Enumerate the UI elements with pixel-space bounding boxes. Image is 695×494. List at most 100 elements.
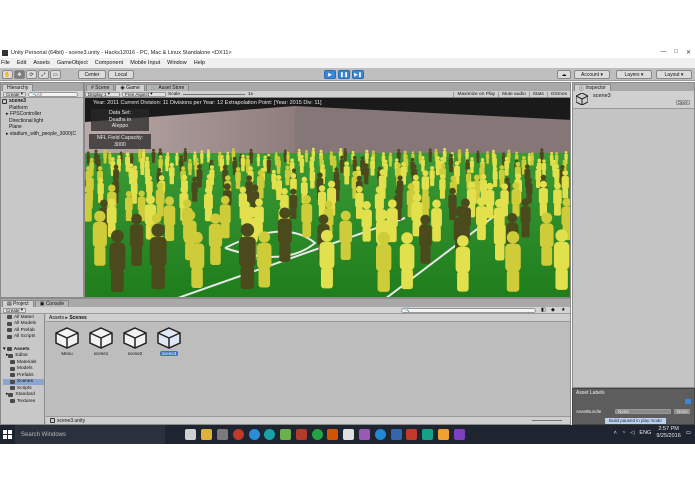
icon-size-slider[interactable] <box>532 420 562 421</box>
rect-tool-icon[interactable]: ▭ <box>50 70 61 79</box>
tab-scene[interactable]: # Scene <box>86 84 115 91</box>
minimize-button[interactable]: — <box>660 49 666 56</box>
crowd-figure <box>361 201 372 242</box>
window-title: Unity Personal (64bit) - scene3.unity - … <box>11 50 232 56</box>
hierarchy-search-input[interactable]: 🔍 All <box>28 91 79 97</box>
mute-audio-toggle[interactable]: Mute audio <box>498 91 529 97</box>
maximize-button[interactable]: □ <box>674 49 678 56</box>
windows-start-icon[interactable] <box>0 425 14 444</box>
tray-chevron-icon[interactable]: ˄ <box>614 430 617 436</box>
crowd-figure <box>538 180 548 217</box>
asset-variant-dropdown[interactable]: None <box>674 409 690 414</box>
taskbar-app-icon[interactable] <box>390 429 402 440</box>
account-dropdown[interactable]: Account ▾ <box>574 70 610 79</box>
system-clock[interactable]: 2:57 PM 9/25/2016 <box>656 426 680 440</box>
crowd-figure <box>539 212 554 266</box>
acrobat-icon[interactable] <box>406 429 418 440</box>
filter-by-label-icon[interactable]: ◆ <box>551 307 555 313</box>
step-button[interactable]: ▶❚ <box>352 70 364 79</box>
gizmos-dropdown[interactable]: Gizmos <box>546 91 570 97</box>
taskbar-app-icon[interactable] <box>437 429 449 440</box>
pivot-local-label: Local <box>115 71 127 78</box>
taskbar-app-icon[interactable] <box>358 429 370 440</box>
asset-file[interactable]: scene2 <box>120 327 150 356</box>
display-dropdown[interactable]: Display 1 ▾ <box>85 91 120 97</box>
menu-window[interactable]: Window <box>167 60 187 66</box>
project-search-input[interactable]: 🔍 <box>401 307 536 313</box>
task-view-icon[interactable] <box>185 429 197 440</box>
taskbar-app-icon[interactable] <box>248 429 260 440</box>
crowd-figure <box>97 177 104 203</box>
favorite-item[interactable]: All Scripts <box>3 334 44 341</box>
tab-hierarchy[interactable]: Hierarchy <box>2 84 34 91</box>
cloud-icon[interactable]: ☁ <box>557 70 571 79</box>
menu-gameobject[interactable]: GameObject <box>57 60 88 66</box>
language-indicator[interactable]: ENG <box>639 430 651 436</box>
breadcrumb-item[interactable]: Scenes <box>69 315 87 321</box>
move-tool-icon[interactable]: ✥ <box>14 70 25 79</box>
taskbar-app-icon[interactable] <box>311 429 323 440</box>
asset-file[interactable]: Menu <box>52 327 82 356</box>
scale-tool-icon[interactable]: ⤢ <box>38 70 49 79</box>
crowd-figure <box>169 162 175 185</box>
favorite-star-icon[interactable]: ★ <box>561 307 565 313</box>
menu-help[interactable]: Help <box>194 60 205 66</box>
visual-studio-icon[interactable] <box>453 429 465 440</box>
tab-console[interactable]: ▣ Console <box>34 300 70 307</box>
chrome-icon[interactable] <box>232 429 244 440</box>
maximize-on-play-toggle[interactable]: Maximize on Play <box>453 91 498 97</box>
menu-mobile-input[interactable]: Mobile Input <box>130 60 160 66</box>
taskbar-app-icon[interactable] <box>280 429 292 440</box>
filter-by-type-icon[interactable]: ◧ <box>541 307 546 313</box>
taskbar-app-icon[interactable] <box>216 429 228 440</box>
menu-component[interactable]: Component <box>95 60 123 66</box>
crowd-figure <box>116 155 122 172</box>
hierarchy-toolbar: Create ▾ 🔍 All <box>1 91 83 98</box>
taskbar-app-icon[interactable] <box>422 429 434 440</box>
asset-file[interactable]: scene1 <box>86 327 116 356</box>
asset-variant-value: None <box>677 409 688 414</box>
pivot-center-button[interactable]: Center <box>78 70 106 79</box>
menu-file[interactable]: File <box>1 60 10 66</box>
taskbar-app-icon[interactable] <box>327 429 339 440</box>
folder-item[interactable]: Textures <box>3 398 44 405</box>
aspect-dropdown[interactable]: Free Aspect ▾ <box>122 91 166 97</box>
pivot-local-button[interactable]: Local <box>108 70 134 79</box>
skype-icon[interactable] <box>374 429 386 440</box>
pause-button[interactable]: ❚❚ <box>338 70 350 79</box>
notifications-icon[interactable]: ▭ <box>686 430 691 436</box>
asset-file-label: scene1 <box>93 351 109 356</box>
asset-bundle-dropdown[interactable]: None <box>615 409 671 414</box>
stats-toggle[interactable]: Stats <box>528 91 547 97</box>
game-viewport[interactable]: Year: 2011 Current Division: 11 Division… <box>85 98 570 297</box>
asset-file-selected[interactable]: scene3 <box>154 327 184 356</box>
close-button[interactable]: ✕ <box>686 49 691 56</box>
hand-tool-icon[interactable]: ✋ <box>2 70 13 79</box>
hierarchy-item[interactable]: ▸ stadium_with_people_3000(C <box>2 131 83 138</box>
layout-dropdown[interactable]: Layout ▾ <box>656 70 692 79</box>
menu-assets[interactable]: Assets <box>33 60 50 66</box>
layers-dropdown[interactable]: Layers ▾ <box>616 70 652 79</box>
hierarchy-create-button[interactable]: Create ▾ <box>3 91 27 97</box>
tab-project[interactable]: ▤ Project <box>2 300 34 307</box>
tab-inspector[interactable]: ⓘ Inspector <box>574 84 611 92</box>
asset-labels-title: Asset Labels <box>576 390 605 396</box>
play-button[interactable]: ▶ <box>324 70 336 79</box>
taskbar-app-icon[interactable] <box>295 429 307 440</box>
taskbar-search-input[interactable]: Search Windows <box>15 425 165 444</box>
wifi-icon[interactable]: ◔ <box>622 430 625 436</box>
tag-icon[interactable] <box>685 399 691 404</box>
inspector-open-button[interactable]: Open <box>676 100 690 105</box>
volume-icon[interactable]: ◁ <box>630 430 634 436</box>
unity-taskbar-icon[interactable] <box>343 429 355 440</box>
rotate-tool-icon[interactable]: ⟳ <box>26 70 37 79</box>
tab-asset-store[interactable]: 🛒 Asset Store <box>145 84 190 91</box>
arduino-icon[interactable] <box>264 429 276 440</box>
breadcrumb-item[interactable]: Assets <box>49 315 64 321</box>
scale-slider[interactable] <box>183 93 245 95</box>
file-explorer-icon[interactable] <box>201 429 213 440</box>
project-create-button[interactable]: Create ▾ <box>3 307 27 313</box>
tab-game[interactable]: ◉ Game <box>115 84 145 91</box>
menu-edit[interactable]: Edit <box>17 60 26 66</box>
hierarchy-item-label: Platform <box>9 104 28 111</box>
